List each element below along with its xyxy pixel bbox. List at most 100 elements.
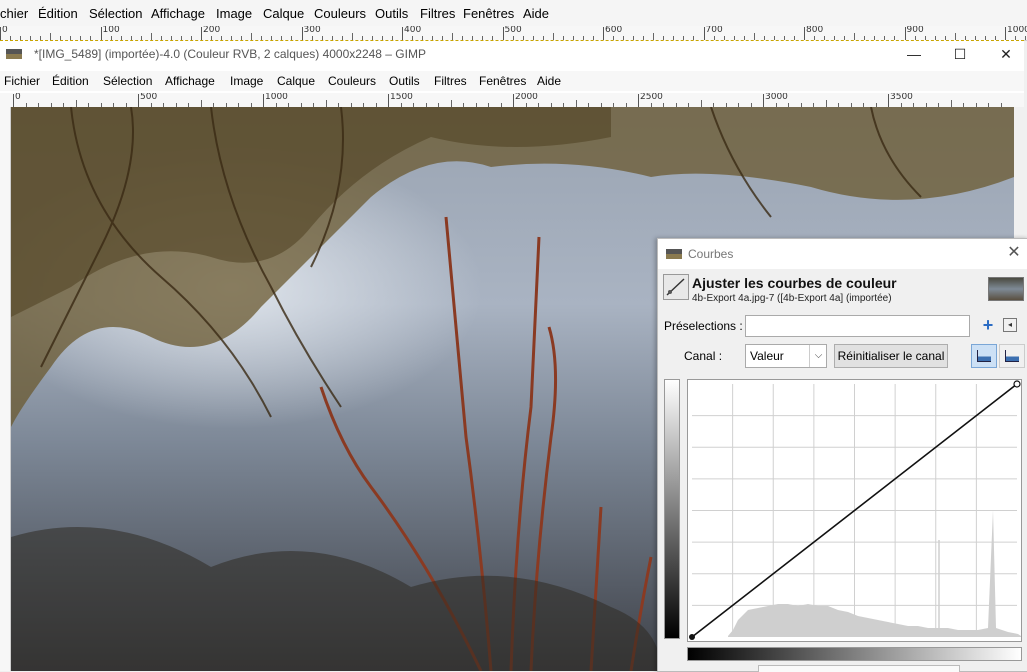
layer-thumbnail bbox=[988, 277, 1024, 301]
back-ruler-tick-label: 300 bbox=[303, 26, 321, 35]
back-ruler-minor-tick bbox=[251, 33, 253, 40]
menu-affichage[interactable]: Affichage bbox=[165, 74, 215, 88]
add-preset-icon[interactable]: + bbox=[979, 316, 997, 334]
front-ruler-minor-tick bbox=[450, 100, 452, 107]
back-menu-calque[interactable]: Calque bbox=[263, 6, 304, 21]
close-button[interactable]: ✕ bbox=[993, 44, 1019, 64]
back-ruler-minor-tick bbox=[753, 33, 755, 40]
back-menubar: chier Édition Sélection Affichage Image … bbox=[0, 0, 1027, 26]
dialog-titlebar[interactable]: Courbes ✕ bbox=[658, 239, 1027, 269]
back-ruler-tick-label: 900 bbox=[906, 26, 924, 35]
log-histogram-icon bbox=[1005, 350, 1019, 362]
channel-label: Canal : bbox=[684, 349, 723, 363]
back-ruler-minor-tick bbox=[150, 33, 152, 40]
log-histogram-button[interactable] bbox=[999, 344, 1025, 368]
gimp-window-icon bbox=[6, 49, 22, 59]
front-ruler-tick-label: 3000 bbox=[765, 93, 788, 102]
front-ruler-minor-tick bbox=[575, 100, 577, 107]
vertical-ruler[interactable] bbox=[0, 107, 11, 671]
back-menu-edition[interactable]: Édition bbox=[38, 6, 78, 21]
gimp-dialog-icon bbox=[666, 249, 682, 259]
back-menu-couleurs[interactable]: Couleurs bbox=[314, 6, 366, 21]
front-ruler-tick-label: 500 bbox=[140, 93, 158, 102]
presets-label: Préselections : bbox=[664, 319, 743, 333]
chevron-down-icon[interactable]: ⌵ bbox=[809, 345, 827, 367]
curve-control-point-start[interactable] bbox=[689, 634, 695, 640]
back-ruler-tick-label: 700 bbox=[705, 26, 723, 35]
front-ruler-major-tick bbox=[763, 94, 764, 107]
back-ruler-minor-tick bbox=[552, 33, 554, 40]
menu-selection[interactable]: Sélection bbox=[103, 74, 152, 88]
menu-image[interactable]: Image bbox=[230, 74, 263, 88]
back-ruler-major-tick bbox=[201, 27, 202, 40]
back-ruler-major-tick bbox=[1005, 27, 1006, 40]
back-ruler-tick-label: 600 bbox=[605, 26, 623, 35]
curve-graph[interactable] bbox=[688, 380, 1021, 641]
linear-histogram-icon bbox=[977, 350, 991, 362]
front-ruler-major-tick bbox=[388, 94, 389, 107]
front-ruler-tick-label: 0 bbox=[15, 93, 21, 102]
channel-combobox[interactable]: Valeur ⌵ bbox=[745, 344, 827, 368]
front-ruler-tick-label: 2500 bbox=[640, 93, 663, 102]
back-menu-filtres[interactable]: Filtres bbox=[420, 6, 455, 21]
back-ruler-minor-tick bbox=[452, 33, 454, 40]
front-ruler-minor-tick bbox=[825, 100, 827, 107]
reset-channel-button[interactable]: Réinitialiser le canal bbox=[834, 344, 948, 368]
back-horizontal-ruler[interactable]: 0 100 200 300 400 500 600 700 800 900 1000 bbox=[0, 26, 1027, 41]
back-ruler-minor-tick bbox=[954, 33, 956, 40]
horizontal-gradient-bar bbox=[687, 647, 1022, 661]
curves-tool-icon bbox=[663, 274, 689, 300]
back-menu-selection[interactable]: Sélection bbox=[89, 6, 142, 21]
presets-menu-icon[interactable]: ◂ bbox=[1003, 318, 1017, 332]
back-ruler-minor-tick bbox=[854, 33, 856, 40]
back-menu-fenetres[interactable]: Fenêtres bbox=[463, 6, 514, 21]
menu-fenetres[interactable]: Fenêtres bbox=[479, 74, 526, 88]
back-menu-outils[interactable]: Outils bbox=[375, 6, 408, 21]
back-ruler-major-tick bbox=[804, 27, 805, 40]
back-ruler-tick-label: 500 bbox=[504, 26, 522, 35]
back-ruler-major-tick bbox=[100, 27, 102, 40]
menu-outils[interactable]: Outils bbox=[389, 74, 420, 88]
back-ruler-minor-tick bbox=[50, 33, 52, 40]
back-ruler-tick-label: 400 bbox=[404, 26, 422, 35]
dialog-heading: Ajuster les courbes de couleur bbox=[692, 275, 897, 291]
front-ruler-minor-tick bbox=[950, 100, 952, 107]
back-ruler-tick-label: 800 bbox=[806, 26, 824, 35]
menu-aide[interactable]: Aide bbox=[537, 74, 561, 88]
window-title: *[IMG_5489] (importée)-4.0 (Couleur RVB,… bbox=[34, 47, 426, 61]
minimize-button[interactable]: — bbox=[901, 44, 927, 64]
back-ruler-major-tick bbox=[301, 27, 303, 40]
curve-editor[interactable] bbox=[687, 379, 1022, 642]
back-menu-fichier[interactable]: chier bbox=[0, 6, 28, 21]
back-menu-affichage[interactable]: Affichage bbox=[151, 6, 205, 21]
curves-dialog: Courbes ✕ Ajuster les courbes de couleur… bbox=[657, 238, 1027, 672]
back-ruler-tick-label: 200 bbox=[203, 26, 221, 35]
dialog-title: Courbes bbox=[688, 247, 734, 261]
menu-filtres[interactable]: Filtres bbox=[434, 74, 467, 88]
curve-control-point-end[interactable] bbox=[1013, 380, 1021, 388]
back-ruler-tick-label: 1000 bbox=[1007, 26, 1027, 35]
maximize-button[interactable]: ☐ bbox=[947, 44, 973, 64]
menu-couleurs[interactable]: Couleurs bbox=[328, 74, 376, 88]
menu-edition[interactable]: Édition bbox=[52, 74, 89, 88]
horizontal-ruler[interactable]: 0 500 1000 1500 2000 2500 3000 3500 bbox=[0, 93, 1024, 108]
front-ruler-tick-label: 2000 bbox=[515, 93, 538, 102]
menu-calque[interactable]: Calque bbox=[277, 74, 315, 88]
back-menu-image[interactable]: Image bbox=[216, 6, 252, 21]
front-ruler-tick-label: 1500 bbox=[390, 93, 413, 102]
menu-fichier[interactable]: Fichier bbox=[4, 74, 40, 88]
back-ruler-major-tick bbox=[703, 27, 705, 40]
back-ruler-major-tick bbox=[904, 27, 906, 40]
front-ruler-minor-tick bbox=[75, 100, 77, 107]
back-ruler-major-tick bbox=[502, 27, 504, 40]
linear-histogram-button[interactable] bbox=[971, 344, 997, 368]
back-ruler-minor-tick bbox=[653, 33, 655, 40]
presets-combobox[interactable]: ⌵ bbox=[745, 315, 970, 337]
back-ruler-minor-tick bbox=[1025, 36, 1027, 40]
title-bar[interactable]: *[IMG_5489] (importée)-4.0 (Couleur RVB,… bbox=[0, 41, 1024, 67]
dialog-close-button[interactable]: ✕ bbox=[1004, 243, 1024, 263]
dialog-subheading: 4b-Export 4a.jpg-7 ([4b-Export 4a] (impo… bbox=[692, 293, 892, 304]
back-ruler-major-tick bbox=[603, 27, 604, 40]
menubar: Fichier Édition Sélection Affichage Imag… bbox=[0, 71, 1024, 91]
back-menu-aide[interactable]: Aide bbox=[523, 6, 549, 21]
